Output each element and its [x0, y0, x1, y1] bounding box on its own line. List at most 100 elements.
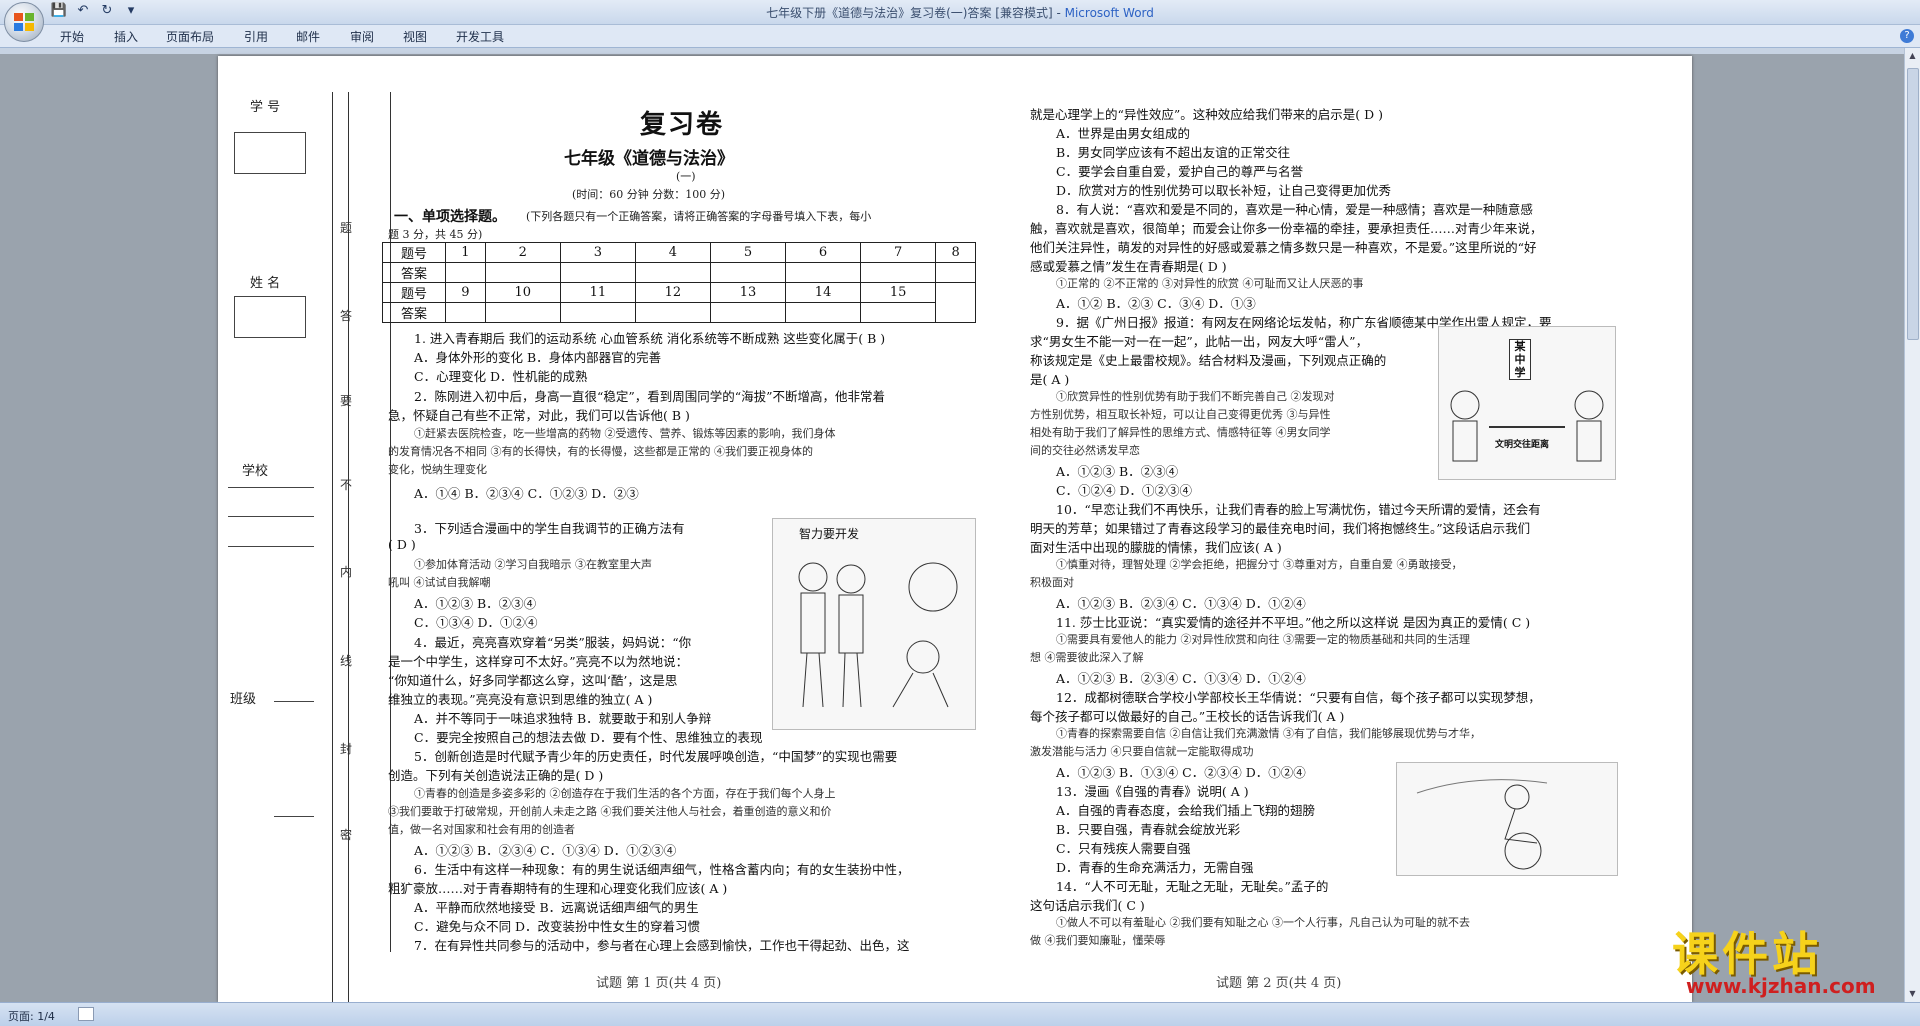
question-14-cont: 这句话启示我们( C )	[1030, 898, 1145, 913]
question-4: 4．最近，亮亮喜欢穿着“另类”服装，妈妈说：“你	[414, 635, 692, 650]
table-cell: 11	[559, 282, 636, 303]
question-13-option-a: A．自强的青春态度，会给我们插上飞翔的翅膀	[1056, 803, 1316, 818]
question-7-option-d: D．欣赏对方的性别优势可以取长补短，让自己变得更加优秀	[1056, 183, 1392, 198]
tab-page-layout[interactable]: 页面布局	[166, 28, 214, 45]
tab-developer[interactable]: 开发工具	[456, 28, 504, 45]
question-13-option-c: C．只有残疾人需要自强	[1056, 841, 1191, 856]
question-8-answers: A．①② B．②③ C．③④ D．①③	[1056, 296, 1256, 311]
table-cell: 4	[634, 242, 711, 263]
question-14-choice-1: ①做人不可以有羞耻心 ②我们要有知耻之心 ③一个人行事，凡自己认为可耻的就不去	[1056, 916, 1470, 929]
table-cell: 12	[634, 282, 711, 303]
page-footer: 试题 第 1 页(共 4 页)	[596, 976, 722, 991]
section-note: (下列各题只有一个正确答案，请将正确答案的字母番号填入下表，每小	[526, 210, 872, 223]
question-9-choice-1: ①欣赏异性的性别优势有助于我们不断完善自己 ②发现对	[1056, 390, 1335, 403]
ribbon-tabs: 开始 插入 页面布局 引用 邮件 审阅 视图 开发工具 ?	[0, 25, 1920, 48]
cartoon-drawing	[1450, 390, 1604, 462]
table-cell: 15	[860, 282, 937, 303]
answer-cell[interactable]	[634, 262, 711, 283]
name-box[interactable]	[234, 296, 306, 338]
scroll-down-icon[interactable]: ▼	[1905, 986, 1920, 1001]
answer-cell[interactable]	[709, 302, 787, 323]
scrollbar-thumb[interactable]	[1907, 68, 1919, 340]
table-cell: 1	[445, 242, 486, 263]
doc-title: 复习卷	[640, 110, 725, 140]
answer-cell[interactable]	[559, 302, 636, 323]
question-2-cont: 急，怀疑自己有些不正常，对此，我们可以告诉他( B )	[388, 408, 690, 423]
answer-cell[interactable]	[484, 262, 561, 283]
answer-cell[interactable]	[860, 262, 937, 283]
answer-cell[interactable]	[559, 262, 636, 283]
table-cell: 9	[445, 282, 486, 303]
school-line-2	[228, 516, 314, 517]
question-5-answers: A．①②③ B．②③④ C．①③④ D．①②③④	[414, 843, 677, 858]
tab-view[interactable]: 视图	[403, 28, 427, 45]
question-8-cont: 触，喜欢就是喜欢，很简单；而爱会让你多一份幸福的牵挂，要承担责任……对青少年来说…	[1030, 221, 1543, 236]
question-6-answers-2: C．避免与众不同 D．改变装扮中性女生的穿着习惯	[414, 919, 701, 934]
tab-references[interactable]: 引用	[244, 28, 268, 45]
seal-char: 密	[340, 828, 353, 842]
answer-cell[interactable]	[445, 302, 486, 323]
student-number-box[interactable]	[234, 132, 306, 174]
answer-cell[interactable]	[445, 262, 486, 283]
table-header: 答案	[382, 262, 446, 283]
answer-cell[interactable]	[860, 302, 937, 323]
cartoon-image: 某中学 文明交往距离	[1438, 326, 1616, 480]
tab-home[interactable]: 开始	[60, 28, 84, 45]
question-12-choice-1: ①青春的探索需要自信 ②自信让我们充满激情 ③有了自信，我们能够展现优势与才华，	[1056, 727, 1481, 740]
table-cell: 14	[785, 282, 862, 303]
question-2-choice-2: 的发育情况各不相同 ③有的长得快，有的长得慢，这些都是正常的 ④我们要正视身体的	[388, 445, 813, 458]
question-14-choice-2: 做 ④我们要知廉耻，懂荣辱	[1030, 934, 1166, 947]
proofing-icon[interactable]	[78, 1007, 94, 1021]
question-9-cont-3: 是( A )	[1030, 372, 1070, 387]
tab-review[interactable]: 审阅	[350, 28, 374, 45]
question-7-option-a: A．世界是由男女组成的	[1056, 126, 1191, 141]
question-5-choice-2: ③我们要敢于打破常规，开创前人未走之路 ④我们要关注他人与社会，着重创造的意义和…	[388, 805, 832, 818]
table-cell: 10	[484, 282, 561, 303]
question-1-options: A．身体外形的变化 B．身体内部器官的完善	[414, 350, 662, 365]
section-heading: 一、单项选择题。	[394, 209, 506, 225]
question-9-choice-2: 方性别优势，相互取长补短，可以让自己变得更优秀 ③与异性	[1030, 408, 1331, 421]
scroll-up-icon[interactable]: ▲	[1905, 48, 1920, 63]
blank-line	[274, 816, 314, 817]
table-cell: 8	[935, 242, 976, 263]
question-8-cont-2: 他们关注异性，萌发的对异性的好感或爱慕之情多数只是一种喜欢，不是爱。”这里所说的…	[1030, 240, 1537, 255]
question-6: 6．生活中有这样一种现象：有的男生说话细声细气，性格含蓄内向；有的女生装扮中性，	[414, 862, 910, 877]
seal-char: 不	[340, 478, 353, 492]
document-page[interactable]: 学 号 姓 名 学校 班级 题 答 要 不 内 线 封 密 复习卷 七年级《道德…	[218, 56, 1692, 1002]
seal-char: 题	[340, 221, 353, 235]
tab-mailings[interactable]: 邮件	[296, 28, 320, 45]
question-8-cont-3: 感或爱慕之情”发生在青春期是( D )	[1030, 259, 1227, 274]
answer-cell[interactable]	[785, 302, 862, 323]
question-6-cont: 粗犷豪放……对于青春期特有的生理和心理变化我们应该( A )	[388, 881, 728, 896]
question-9-choice-3: 相处有助于我们了解异性的思维方式、情感特征等 ④男女同学	[1030, 426, 1331, 439]
table-cell: 7	[860, 242, 937, 263]
answer-cell[interactable]	[785, 262, 862, 283]
question-2-answers: A．①④ B．②③④ C．①②③ D．②③	[414, 486, 639, 501]
question-11-answers: A．①②③ B．②③④ C．①③④ D．①②④	[1056, 671, 1306, 686]
page-count[interactable]: 页面: 1/4	[8, 1008, 55, 1024]
answer-cell[interactable]	[484, 302, 561, 323]
question-13-option-d: D．青春的生命充满活力，无需自强	[1056, 860, 1254, 875]
question-5-choice-1: ①青春的创造是多姿多彩的 ②创造存在于我们生活的各个方面，存在于我们每个人身上	[414, 787, 836, 800]
seal-char: 内	[340, 565, 353, 579]
question-4-answers-2: C．要完全按照自己的想法去做 D．要有个性、思维独立的表现	[414, 730, 763, 745]
binding-line-1	[332, 92, 333, 1002]
binding-strip: 学 号 姓 名 学校 班级	[218, 56, 348, 1002]
question-4-cont-3: 维独立的表现。”亮亮没有意识到思维的独立( A )	[388, 692, 653, 707]
answer-cell[interactable]	[935, 262, 976, 283]
answer-cell[interactable]	[634, 302, 711, 323]
question-5: 5．创新创造是时代赋予青少年的历史责任，时代发展呼唤创造，“中国梦”的实现也需要	[414, 749, 898, 764]
question-14: 14．“人不可无耻，无耻之无耻，无耻矣。”孟子的	[1056, 879, 1329, 894]
question-3: 3．下列适合漫画中的学生自我调节的正确方法有	[414, 521, 685, 536]
page-footer: 试题 第 2 页(共 4 页)	[1216, 976, 1342, 991]
tab-insert[interactable]: 插入	[114, 28, 138, 45]
vertical-scrollbar[interactable]: ▲ ▼	[1904, 48, 1920, 1002]
question-3-answers: A．①②③ B．②③④	[414, 596, 537, 611]
site-watermark-logo: 课件站 www.kjzhan.com	[1672, 918, 1890, 1004]
help-icon[interactable]: ?	[1900, 29, 1914, 43]
seal-char: 线	[340, 654, 353, 668]
cartoon-image	[1396, 762, 1618, 876]
question-2: 2．陈刚进入初中后，身高一直很“稳定”，看到周围同学的“海拔”不断增高，他非常着	[414, 389, 886, 404]
office-button[interactable]	[4, 2, 44, 42]
answer-cell[interactable]	[709, 262, 787, 283]
